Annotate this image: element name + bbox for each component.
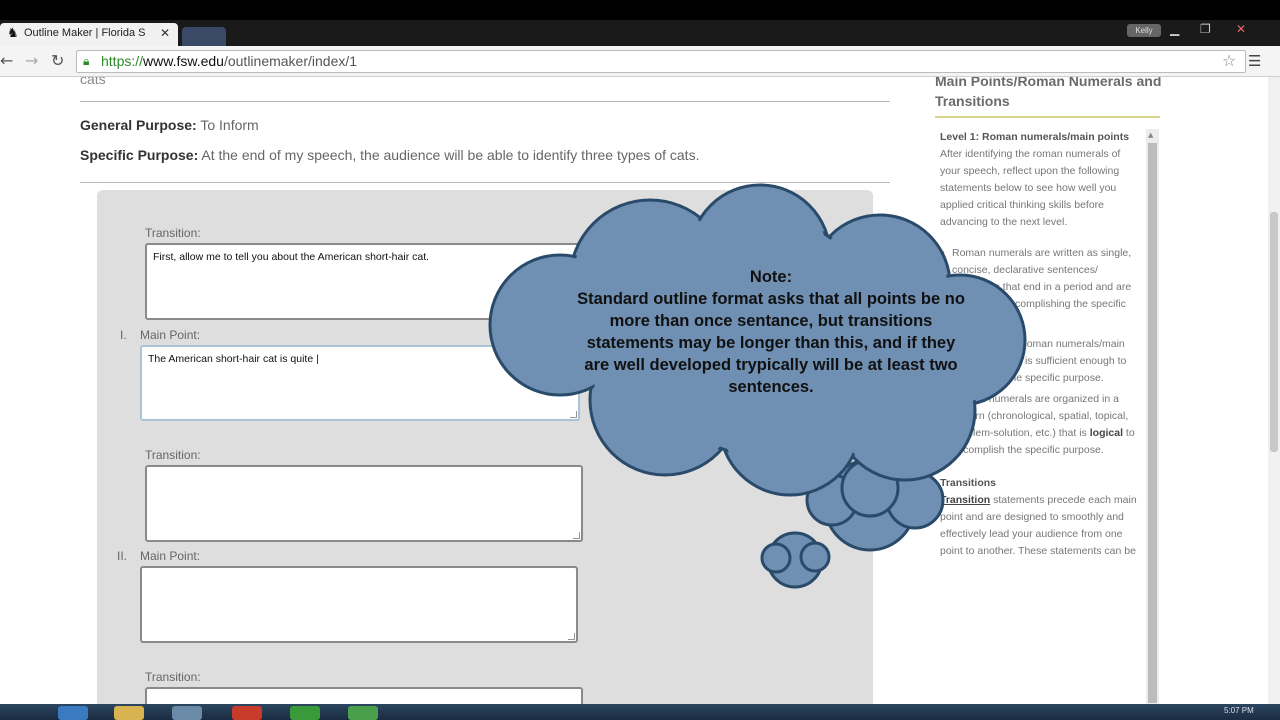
main-point-label-2: Main Point: (140, 549, 201, 563)
transition-textarea-3[interactable] (145, 687, 583, 704)
level-intro: After identifying the roman numerals of … (940, 148, 1121, 228)
user-profile-badge[interactable]: Kelly (1127, 24, 1161, 37)
browser-tab-outline-maker[interactable]: ♞ Outline Maker | Florida S ✕ (0, 23, 178, 46)
bookmark-star-icon[interactable]: ☆ (1222, 51, 1236, 70)
guidance-bullet-2: The number of roman numerals/main points… (940, 336, 1140, 387)
sidebar-scrollbar[interactable]: ▲ (1146, 129, 1159, 704)
site-favicon-icon: ♞ (7, 26, 19, 41)
numeral-i: I. (120, 328, 127, 342)
browser-toolbar: ← → ↻ 🔒︎ https://www.fsw.edu/outlinemake… (0, 46, 1280, 77)
transition-label-3: Transition: (145, 670, 201, 684)
taskbar-clock: 5:07 PM (1224, 706, 1254, 715)
main-point-textarea-1[interactable]: The American short-hair cat is quite | (140, 345, 580, 421)
taskbar-app-icon[interactable] (172, 706, 202, 720)
page-scrollbar[interactable] (1268, 77, 1280, 704)
maximize-icon[interactable]: ❐ (1200, 22, 1211, 40)
general-purpose: General Purpose: To Inform (80, 117, 259, 133)
note-text: Note: Standard outline format asks that … (575, 266, 967, 398)
transitions-heading: Transitions (940, 477, 997, 489)
camtasia-icon[interactable] (290, 706, 320, 720)
sidebar-guidance-text: Level 1: Roman numerals/main points Afte… (940, 129, 1140, 560)
start-button-icon[interactable] (58, 706, 88, 720)
transition-label-2: Transition: (145, 448, 201, 462)
sidebar-title-rule (935, 116, 1160, 118)
tab-title: Outline Maker | Florida S (24, 27, 146, 39)
minimize-icon[interactable]: ▁ (1170, 22, 1179, 40)
main-point-textarea-2[interactable] (140, 566, 578, 643)
main-point-label-1: Main Point: (140, 328, 201, 342)
tab-close-icon[interactable]: ✕ (160, 26, 170, 40)
new-tab-button[interactable] (182, 27, 226, 46)
screen-top-border (0, 0, 1280, 20)
close-window-icon[interactable]: ✕ (1236, 22, 1246, 40)
reload-icon[interactable]: ↻ (51, 51, 64, 70)
transition-textarea-2[interactable] (145, 465, 583, 542)
guidance-bullet-1: Roman numerals are written as single, co… (940, 245, 1140, 330)
address-bar[interactable]: 🔒︎ https://www.fsw.edu/outlinemaker/inde… (76, 50, 1246, 73)
screen: ♞ Outline Maker | Florida S ✕ Kelly ▁ ❐ … (0, 0, 1280, 720)
back-arrow-icon[interactable]: ← (0, 51, 13, 70)
forward-arrow-icon[interactable]: → (25, 51, 38, 70)
page-scroll-thumb[interactable] (1270, 212, 1278, 452)
numeral-ii: II. (117, 549, 128, 563)
scroll-up-icon[interactable]: ▲ (1148, 131, 1153, 139)
transition-link[interactable]: Transition (940, 494, 990, 506)
note-body: Standard outline format asks that all po… (577, 290, 965, 396)
explorer-icon[interactable] (114, 706, 144, 720)
chrome-icon[interactable] (232, 706, 262, 720)
address-url[interactable]: https://www.fsw.edu/outlinemaker/index/1 (101, 53, 357, 69)
camtasia-recorder-icon[interactable] (348, 706, 378, 720)
divider-top (80, 101, 890, 102)
transition-label-1: Transition: (145, 226, 201, 240)
cut-off-heading: cats (80, 77, 106, 87)
browser-menu-icon[interactable]: ☰ (1248, 52, 1261, 70)
sidebar-title: Main Points/Roman Numerals and Transitio… (935, 77, 1162, 109)
sidebar-scroll-thumb[interactable] (1148, 143, 1157, 703)
sidebar-guidance-box[interactable]: Level 1: Roman numerals/main points Afte… (937, 129, 1160, 704)
level-heading: Level 1: Roman numerals/main points (940, 131, 1130, 143)
note-heading: Note: (749, 268, 793, 286)
transition-textarea-1[interactable]: First, allow me to tell you about the Am… (145, 243, 583, 320)
specific-purpose: Specific Purpose: At the end of my speec… (80, 147, 700, 163)
transitions-text: Transition statements precede each main … (940, 494, 1137, 557)
guidance-bullet-3: Roman numerals are organized in a patter… (940, 391, 1140, 459)
divider-bottom (80, 182, 890, 183)
secure-lock-icon: 🔒︎ (83, 54, 90, 68)
